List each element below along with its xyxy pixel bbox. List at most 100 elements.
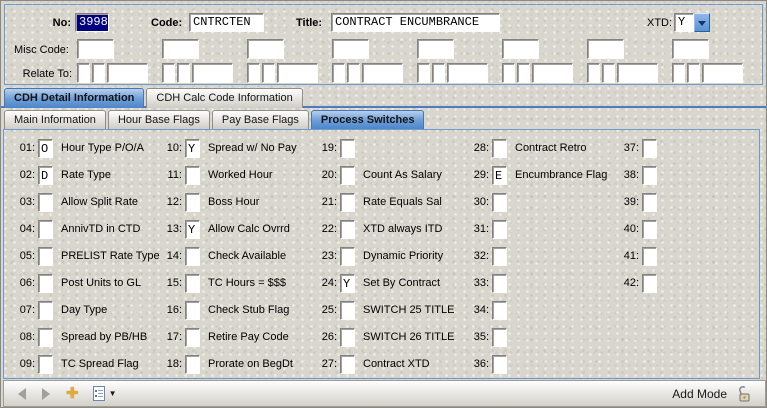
relate-to-field[interactable] bbox=[177, 63, 190, 83]
switch-value-input[interactable] bbox=[642, 193, 657, 212]
switch-value-input[interactable] bbox=[492, 274, 507, 293]
switch-value-input[interactable] bbox=[38, 220, 53, 239]
previous-record-icon[interactable] bbox=[18, 388, 26, 400]
switch-row: 34: bbox=[465, 297, 515, 323]
relate-to-field[interactable] bbox=[672, 63, 685, 83]
misc-code-field[interactable] bbox=[587, 39, 624, 59]
switch-value-input[interactable] bbox=[492, 301, 507, 320]
tab-cdh-detail-information[interactable]: CDH Detail Information bbox=[4, 88, 144, 108]
relate-to-field[interactable] bbox=[702, 63, 743, 83]
switch-number: 22: bbox=[313, 223, 337, 235]
relate-to-field[interactable] bbox=[617, 63, 658, 83]
switch-value-input[interactable] bbox=[642, 166, 657, 185]
relate-to-field[interactable] bbox=[502, 63, 515, 83]
chevron-down-icon bbox=[698, 21, 706, 26]
switch-value-input[interactable] bbox=[185, 274, 200, 293]
switch-value-input[interactable]: O bbox=[38, 139, 53, 158]
relate-to-field[interactable] bbox=[92, 63, 105, 83]
switch-value-input[interactable]: D bbox=[38, 166, 53, 185]
switch-value-input[interactable] bbox=[38, 274, 53, 293]
relate-to-field[interactable] bbox=[417, 63, 430, 83]
switch-value-input[interactable] bbox=[38, 193, 53, 212]
relate-to-field[interactable] bbox=[277, 63, 318, 83]
switch-value-input[interactable] bbox=[492, 355, 507, 374]
switch-value-input[interactable] bbox=[642, 247, 657, 266]
options-menu-icon[interactable] bbox=[93, 386, 105, 401]
switch-value-input[interactable] bbox=[185, 166, 200, 185]
switch-value-input[interactable]: Y bbox=[340, 274, 355, 293]
switch-value-input[interactable] bbox=[185, 355, 200, 374]
relate-to-field[interactable] bbox=[532, 63, 573, 83]
switch-value-input[interactable] bbox=[340, 193, 355, 212]
relate-to-field[interactable] bbox=[432, 63, 445, 83]
relate-to-field[interactable] bbox=[362, 63, 403, 83]
switch-value-input[interactable] bbox=[340, 166, 355, 185]
relate-to-field[interactable] bbox=[447, 63, 488, 83]
switch-value-input[interactable]: E bbox=[492, 166, 507, 185]
misc-code-field[interactable] bbox=[672, 39, 709, 59]
tab-main-information[interactable]: Main Information bbox=[4, 110, 106, 129]
misc-code-field[interactable] bbox=[162, 39, 199, 59]
relate-to-field[interactable] bbox=[107, 63, 148, 83]
add-record-icon[interactable]: ✚ bbox=[66, 386, 79, 401]
switch-value-input[interactable] bbox=[340, 355, 355, 374]
switch-value-input[interactable] bbox=[642, 274, 657, 293]
switch-value-input[interactable] bbox=[185, 247, 200, 266]
switch-value-input[interactable]: Y bbox=[185, 220, 200, 239]
title-field[interactable]: CONTRACT ENCUMBRANCE bbox=[331, 13, 500, 32]
no-field[interactable]: 3998 bbox=[75, 13, 109, 32]
relate-to-field[interactable] bbox=[262, 63, 275, 83]
tab-hour-base-flags[interactable]: Hour Base Flags bbox=[108, 110, 210, 129]
switch-value-input[interactable] bbox=[340, 139, 355, 158]
relate-to-field[interactable] bbox=[332, 63, 345, 83]
switch-value-input[interactable] bbox=[492, 247, 507, 266]
code-field[interactable]: CNTRCTEN bbox=[189, 13, 264, 32]
relate-to-field[interactable] bbox=[192, 63, 233, 83]
relate-to-field[interactable] bbox=[77, 63, 90, 83]
switch-value-input[interactable] bbox=[492, 220, 507, 239]
caret-down-icon[interactable]: ▼ bbox=[109, 389, 117, 398]
switch-value-input[interactable] bbox=[642, 220, 657, 239]
switch-value-input[interactable] bbox=[340, 247, 355, 266]
tab-process-switches[interactable]: Process Switches bbox=[311, 110, 425, 129]
misc-code-field[interactable] bbox=[502, 39, 539, 59]
switch-value-input[interactable] bbox=[185, 193, 200, 212]
switch-number: 24: bbox=[313, 277, 337, 289]
switch-value-input[interactable] bbox=[492, 139, 507, 158]
switch-value-input[interactable] bbox=[38, 301, 53, 320]
relate-to-field[interactable] bbox=[602, 63, 615, 83]
relate-to-field[interactable] bbox=[587, 63, 600, 83]
misc-code-field[interactable] bbox=[417, 39, 454, 59]
relate-to-label: Relate To: bbox=[5, 68, 72, 80]
switch-value-input[interactable] bbox=[642, 139, 657, 158]
relate-to-field[interactable] bbox=[247, 63, 260, 83]
misc-code-field[interactable] bbox=[332, 39, 369, 59]
switch-value-input[interactable] bbox=[38, 247, 53, 266]
xtd-dropdown-button[interactable] bbox=[694, 13, 710, 32]
switch-value-input[interactable] bbox=[38, 328, 53, 347]
switch-value-input[interactable] bbox=[340, 301, 355, 320]
xtd-field[interactable]: Y bbox=[674, 13, 694, 32]
relate-to-field[interactable] bbox=[687, 63, 700, 83]
next-record-icon[interactable] bbox=[42, 388, 50, 400]
tab-cdh-calc-code-information[interactable]: CDH Calc Code Information bbox=[146, 88, 302, 108]
relate-to-field[interactable] bbox=[162, 63, 175, 83]
switch-number: 35: bbox=[465, 331, 489, 343]
unlocked-padlock-icon bbox=[737, 386, 751, 402]
switch-value-input[interactable] bbox=[185, 328, 200, 347]
misc-code-field[interactable] bbox=[77, 39, 114, 59]
switch-value-input[interactable] bbox=[38, 355, 53, 374]
switch-value-input[interactable] bbox=[492, 328, 507, 347]
switch-value-input[interactable]: Y bbox=[185, 139, 200, 158]
switch-label: SWITCH 25 TITLE bbox=[363, 304, 454, 316]
switch-value-input[interactable] bbox=[340, 328, 355, 347]
misc-code-field[interactable] bbox=[247, 39, 284, 59]
switch-row: 01:OHour Type P/O/A bbox=[11, 135, 144, 161]
tab-pay-base-flags[interactable]: Pay Base Flags bbox=[212, 110, 309, 129]
relate-to-field[interactable] bbox=[517, 63, 530, 83]
switch-value-input[interactable] bbox=[185, 301, 200, 320]
switch-value-input[interactable] bbox=[340, 220, 355, 239]
switch-number: 15: bbox=[158, 277, 182, 289]
switch-value-input[interactable] bbox=[492, 193, 507, 212]
relate-to-field[interactable] bbox=[347, 63, 360, 83]
